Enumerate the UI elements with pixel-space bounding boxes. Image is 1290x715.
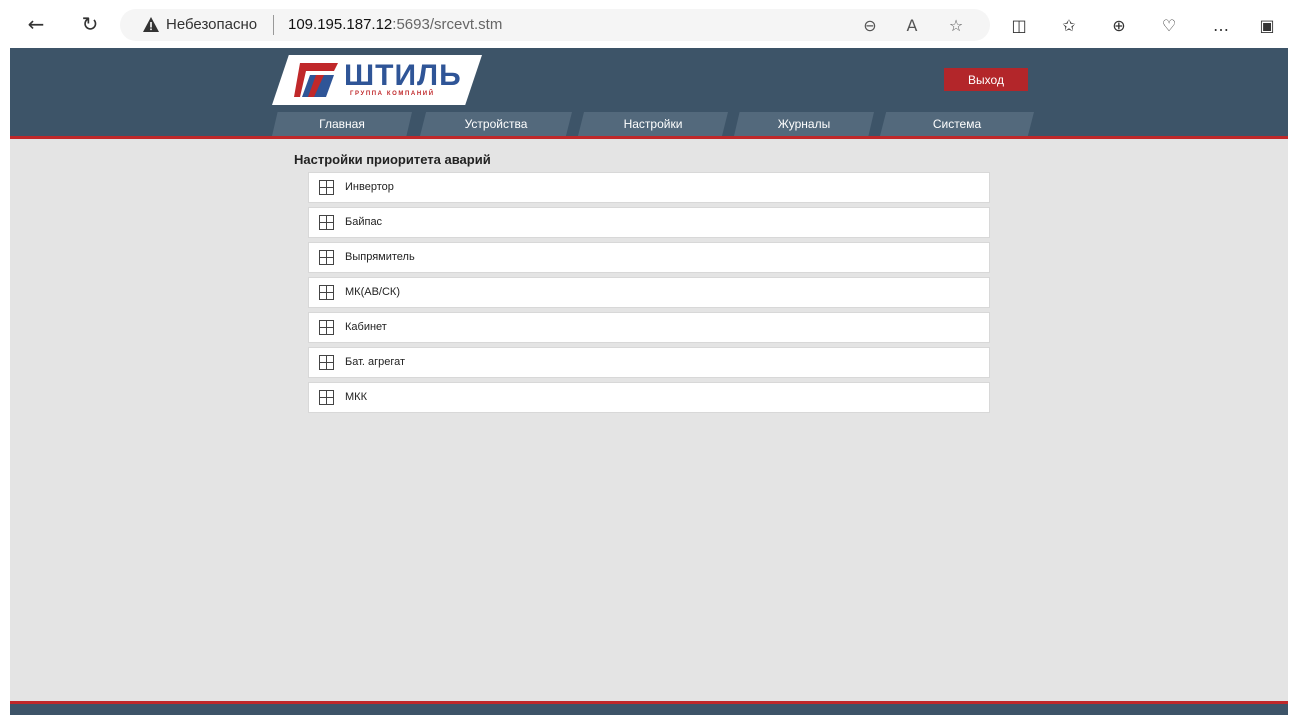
favorites-list-icon[interactable]: ✩ (1058, 14, 1080, 36)
more-menu-icon[interactable]: … (1210, 14, 1232, 36)
list-item-mk[interactable]: МК(АВ/СК) (308, 277, 990, 308)
list-item-bypass[interactable]: Байпас (308, 207, 990, 238)
logo-subtitle: ГРУППА КОМПАНИЙ (350, 91, 435, 97)
address-separator (273, 15, 274, 35)
list-item-label: МК(АВ/СК) (345, 286, 400, 298)
page-body: ШТИЛЬ ГРУППА КОМПАНИЙ Выход Главная Устр… (10, 48, 1288, 715)
insecure-label[interactable]: Небезопасно (166, 16, 257, 33)
tab-system[interactable]: Система (880, 112, 1034, 136)
expand-grid-icon[interactable] (319, 355, 334, 370)
expand-grid-icon[interactable] (319, 285, 334, 300)
sidebar-toggle-icon[interactable]: ▣ (1256, 14, 1278, 36)
url-host: 109.195.187.12 (288, 16, 393, 33)
logo-mark-icon (294, 63, 338, 97)
list-item-label: Байпас (345, 216, 383, 228)
alarm-group-list: Инвертор Байпас Выпрямитель МК(АВ/СК) Ка… (308, 172, 990, 417)
url-path: :5693/srcevt.stm (392, 16, 503, 33)
favorite-star-icon[interactable]: ☆ (946, 15, 966, 35)
expand-grid-icon[interactable] (319, 215, 334, 230)
expand-grid-icon[interactable] (319, 320, 334, 335)
list-item-battery-unit[interactable]: Бат. агрегат (308, 347, 990, 378)
read-aloud-icon[interactable]: A (902, 15, 922, 35)
site-header: ШТИЛЬ ГРУППА КОМПАНИЙ Выход Главная Устр… (10, 48, 1288, 139)
list-item-rectifier[interactable]: Выпрямитель (308, 242, 990, 273)
address-bar[interactable]: Небезопасно 109.195.187.12:5693/srcevt.s… (120, 9, 990, 41)
main-menu: Главная Устройства Настройки Журналы Сис… (272, 112, 1034, 136)
company-logo[interactable]: ШТИЛЬ ГРУППА КОМПАНИЙ (272, 55, 482, 105)
expand-grid-icon[interactable] (319, 250, 334, 265)
tab-logs[interactable]: Журналы (734, 112, 874, 136)
list-item-label: Инвертор (345, 181, 394, 193)
back-arrow-icon[interactable]: ← (24, 12, 48, 36)
list-item-label: Кабинет (345, 321, 387, 333)
zoom-out-icon[interactable]: ⊖ (860, 15, 880, 35)
list-item-label: Бат. агрегат (345, 356, 406, 368)
browser-toolbar: ← ↻ Небезопасно 109.195.187.12:5693/srce… (0, 0, 1290, 48)
expand-grid-icon[interactable] (319, 390, 334, 405)
list-item-label: Выпрямитель (345, 251, 415, 263)
health-heart-icon[interactable]: ♡ (1158, 14, 1180, 36)
tab-home[interactable]: Главная (272, 112, 412, 136)
list-item-inverter[interactable]: Инвертор (308, 172, 990, 203)
list-item-label: МКК (345, 391, 367, 403)
logo-wordmark: ШТИЛЬ (344, 59, 462, 92)
list-item-mkk[interactable]: МКК (308, 382, 990, 413)
tab-settings[interactable]: Настройки (578, 112, 728, 136)
site-footer (10, 701, 1288, 715)
page-title: Настройки приоритета аварий (294, 152, 491, 167)
expand-grid-icon[interactable] (319, 180, 334, 195)
collections-icon[interactable]: ⊕ (1108, 14, 1130, 36)
url-text[interactable]: 109.195.187.12:5693/srcevt.stm (288, 16, 502, 33)
tab-devices[interactable]: Устройства (420, 112, 572, 136)
list-item-cabinet[interactable]: Кабинет (308, 312, 990, 343)
refresh-icon[interactable]: ↻ (78, 12, 102, 36)
exit-button[interactable]: Выход (944, 68, 1028, 91)
warning-icon[interactable] (142, 16, 160, 34)
split-screen-icon[interactable]: ◫ (1008, 14, 1030, 36)
